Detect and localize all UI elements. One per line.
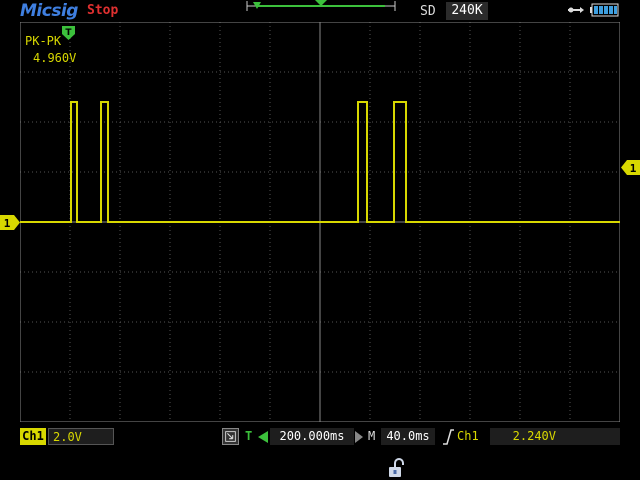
- trigger-marker-label: 1: [630, 162, 637, 175]
- measurement-value: 4.960V: [33, 51, 77, 65]
- timebase-scale[interactable]: 40.0ms: [381, 428, 435, 445]
- measurement-label: PK-PK: [25, 34, 62, 48]
- trigger-level[interactable]: 2.240V: [490, 428, 620, 445]
- rising-edge-icon[interactable]: [441, 429, 455, 445]
- ch1-marker-label: 1: [4, 217, 11, 230]
- svg-text:T: T: [65, 28, 72, 38]
- top-status-bar: Micsig Stop SD 240K: [0, 0, 640, 22]
- channel-tag[interactable]: Ch1: [20, 428, 46, 445]
- lock-icon[interactable]: [387, 458, 409, 478]
- ch1-offset-marker[interactable]: 1: [0, 215, 20, 230]
- arrow-left-icon[interactable]: [257, 430, 269, 444]
- run-stop-status[interactable]: Stop: [87, 3, 118, 18]
- trigger-t-icon: T: [62, 26, 75, 40]
- trigger-position-letter: T: [245, 429, 253, 443]
- memory-depth[interactable]: 240K: [446, 2, 488, 20]
- timebase-letter: M: [368, 429, 376, 443]
- usb-icon: [568, 7, 584, 13]
- brand-logo: Micsig: [20, 1, 78, 21]
- acquisition-mode[interactable]: SD: [420, 4, 436, 19]
- waveform-display[interactable]: [20, 22, 620, 422]
- channel-volts-per-div[interactable]: 2.0V: [48, 428, 114, 445]
- waveform-position-bar[interactable]: [245, 0, 397, 14]
- trigger-level-marker[interactable]: 1: [621, 160, 640, 175]
- zoom-icon[interactable]: [222, 428, 239, 445]
- trigger-source[interactable]: Ch1: [457, 429, 479, 443]
- battery-icon: [590, 3, 619, 17]
- arrow-right-icon[interactable]: [354, 430, 364, 444]
- trigger-time-position[interactable]: 200.000ms: [270, 428, 354, 445]
